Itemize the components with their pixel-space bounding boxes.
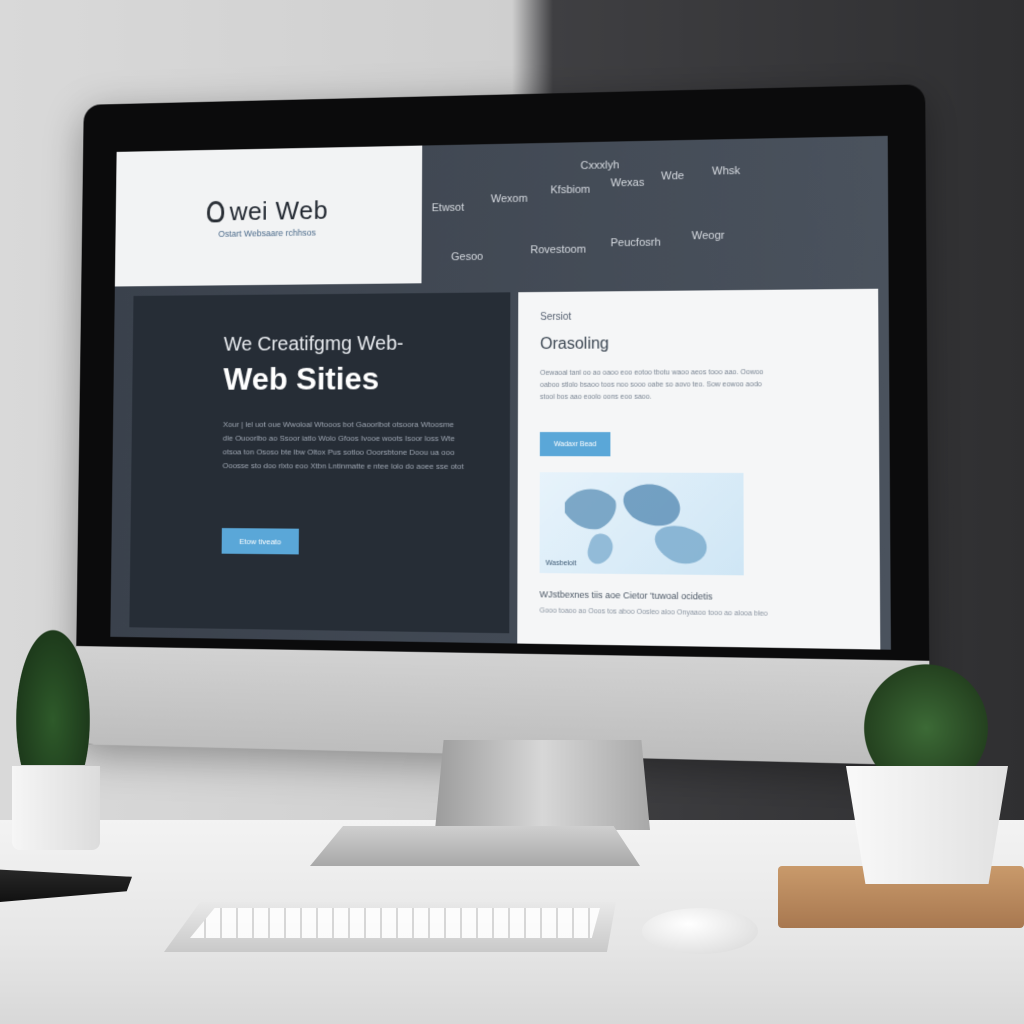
world-map-image: Wasbeloit [539, 472, 744, 576]
panel-footer-text: Gooo toaoo ao Ooos tos aboo Oosleo aloo … [539, 607, 768, 618]
hero-cta-button[interactable]: Etow tiveato [221, 528, 299, 555]
logo-title: wei Web [229, 194, 329, 226]
mouse [642, 908, 758, 954]
nav-item-9[interactable]: Peucfosrh [611, 237, 661, 250]
monitor-stand-neck [435, 740, 650, 830]
logo-subtitle: Ostart Websaare rchhsos [218, 227, 316, 239]
keyboard-keys [190, 908, 600, 938]
nav-item-1[interactable]: Etwsot [432, 202, 465, 214]
nav-item-4[interactable]: Wexas [611, 177, 645, 190]
pot-left [12, 766, 100, 850]
panel-kicker: Sersiot [540, 311, 572, 323]
plant-right [856, 656, 996, 776]
hero-title-line1: We Creatifgmg Web- [223, 332, 404, 356]
site-logo[interactable]: wei Web [206, 194, 329, 227]
logo-icon [206, 200, 224, 223]
panel-title: Orasoling [540, 335, 609, 353]
nav-item-5[interactable]: Wde [661, 170, 684, 182]
monitor: wei Web Ostart Websaare rchhsos Cxxxlyh … [74, 84, 931, 766]
hero-title-line2: Web Sities [223, 360, 380, 397]
nav-top-label[interactable]: Cxxxlyh [580, 159, 619, 172]
nav-item-2[interactable]: Wexom [491, 193, 528, 205]
pot-right [846, 766, 1008, 884]
nav-item-10[interactable]: Weogr [692, 230, 725, 243]
panel-caption: WJstbexnes tiis aoe Cietor 'tuwoal ocide… [539, 589, 713, 602]
top-navigation: Cxxxlyh Etwsot Wexom Kfsbiom Wexas Wde W… [431, 154, 878, 281]
content-panel: Sersiot Orasoling Oewaoal tanl oo ao oao… [517, 288, 881, 650]
logo-area: wei Web Ostart Websaare rchhsos [114, 145, 423, 287]
nav-item-7[interactable]: Gesoo [451, 251, 483, 263]
plant-left [10, 615, 96, 765]
website-screen: wei Web Ostart Websaare rchhsos Cxxxlyh … [110, 135, 891, 650]
monitor-stand-base [310, 826, 640, 866]
nav-item-8[interactable]: Rovestoom [530, 244, 586, 257]
panel-button[interactable]: Wadaxr Bead [539, 432, 611, 457]
nav-item-6[interactable]: Whsk [712, 165, 740, 178]
hero-section: We Creatifgmg Web- Web Sities Xour | lel… [129, 292, 511, 634]
panel-paragraph: Oewaoal tanl oo ao oaoo eoo eotoo tbotu … [539, 369, 764, 401]
hero-paragraph: Xour | lel uot oue Wwoloal Wtooos bot Ga… [222, 420, 464, 471]
map-tag: Wasbeloit [545, 559, 577, 568]
nav-item-3[interactable]: Kfsbiom [550, 184, 590, 197]
